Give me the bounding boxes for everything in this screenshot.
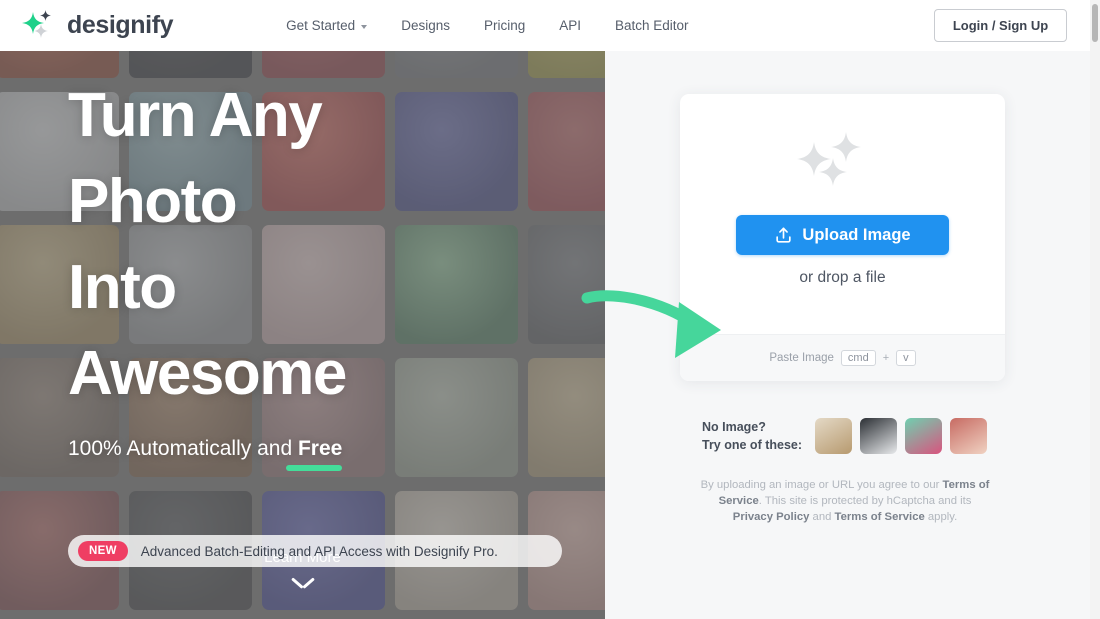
- thumbnail-image: [815, 418, 852, 454]
- kbd-cmd: cmd: [841, 350, 876, 366]
- hero-copy: Turn AnyPhotoIntoAwesome 100% Automatica…: [68, 73, 588, 461]
- nav-item-get-started[interactable]: Get Started: [269, 10, 384, 41]
- site-header: designify Get Started Designs Pricing API Ba…: [0, 0, 1090, 51]
- nav-item-pricing[interactable]: Pricing: [467, 10, 542, 41]
- thumbnail-image: [860, 418, 897, 454]
- hero-underline-accent: [286, 465, 342, 471]
- designify-landing-page: Turn AnyPhotoIntoAwesome 100% Automatica…: [0, 0, 1100, 619]
- no-image-text: No Image? Try one of these:: [702, 418, 802, 454]
- sample-thumb-car[interactable]: [860, 418, 897, 454]
- chevron-down-icon: [292, 575, 314, 587]
- hero-section: Turn AnyPhotoIntoAwesome 100% Automatica…: [0, 45, 605, 619]
- sample-thumb-product[interactable]: [815, 418, 852, 454]
- hero-title-line: Awesome: [68, 331, 588, 417]
- chevron-down-icon: [361, 25, 367, 29]
- no-image-line1: No Image?: [702, 418, 802, 436]
- upload-image-button[interactable]: Upload Image: [736, 215, 949, 255]
- nav-item-label: API: [559, 18, 581, 33]
- curved-arrow-right-icon: [575, 282, 735, 365]
- terms-p1: By uploading an image or URL you agree t…: [701, 479, 943, 491]
- paste-image-label: Paste Image: [769, 352, 834, 364]
- hero-subtitle: 100% Automatically and Free: [68, 437, 342, 461]
- page-title: Turn AnyPhotoIntoAwesome: [68, 73, 588, 417]
- nav-item-label: Get Started: [286, 18, 355, 33]
- login-signup-button[interactable]: Login / Sign Up: [934, 9, 1067, 42]
- hero-title-line: Into: [68, 245, 588, 331]
- sparkle-star-3: [819, 158, 847, 186]
- hero-subtitle-prefix: 100% Automatically and: [68, 437, 298, 460]
- sample-thumb-person-2[interactable]: [950, 418, 987, 454]
- terms-notice: By uploading an image or URL you agree t…: [697, 477, 993, 525]
- kbd-plus: +: [883, 352, 889, 364]
- nav-item-api[interactable]: API: [542, 10, 598, 41]
- main-nav: Get Started Designs Pricing API Batch Editor: [269, 10, 705, 41]
- sample-images-section: No Image? Try one of these:: [702, 418, 1002, 454]
- nav-item-designs[interactable]: Designs: [384, 10, 467, 41]
- upload-icon: [774, 226, 793, 245]
- hero-title-line: Turn Any: [68, 73, 588, 159]
- no-image-line2: Try one of these:: [702, 436, 802, 454]
- drop-a-file-text: or drop a file: [799, 269, 885, 287]
- logo-star-dark: [40, 10, 51, 21]
- nav-item-label: Batch Editor: [615, 18, 689, 33]
- terms-of-service-link-2[interactable]: Terms of Service: [835, 511, 925, 523]
- upload-panel: Upload Image or drop a file Paste Image …: [605, 45, 1090, 619]
- hero-subtitle-strong: Free: [298, 437, 342, 460]
- terms-p2: . This site is protected by hCaptcha and…: [759, 495, 972, 507]
- nav-item-label: Designs: [401, 18, 450, 33]
- terms-p4: apply.: [925, 511, 957, 523]
- scrollbar-thumb[interactable]: [1092, 4, 1098, 42]
- sample-thumbnails: [815, 418, 987, 454]
- thumbnail-image: [950, 418, 987, 454]
- sparkle-logo-icon: [22, 10, 56, 42]
- sparkles-icon: [793, 132, 893, 194]
- new-badge: NEW: [78, 541, 128, 561]
- privacy-policy-link[interactable]: Privacy Policy: [733, 511, 810, 523]
- logo-star-gray: [34, 24, 48, 38]
- terms-p3: and: [809, 511, 834, 523]
- promo-banner[interactable]: NEW Advanced Batch-Editing and API Acces…: [68, 535, 562, 567]
- hero-title-line: Photo: [68, 159, 588, 245]
- nav-item-batch-editor[interactable]: Batch Editor: [598, 10, 706, 41]
- kbd-v: v: [896, 350, 916, 366]
- sample-thumb-person-1[interactable]: [905, 418, 942, 454]
- promo-banner-text: Advanced Batch-Editing and API Access wi…: [141, 544, 498, 559]
- logo[interactable]: designify: [22, 10, 173, 42]
- thumbnail-image: [905, 418, 942, 454]
- logo-text: designify: [67, 11, 173, 40]
- vertical-scrollbar[interactable]: [1090, 0, 1100, 619]
- nav-item-label: Pricing: [484, 18, 525, 33]
- upload-image-button-label: Upload Image: [802, 226, 910, 245]
